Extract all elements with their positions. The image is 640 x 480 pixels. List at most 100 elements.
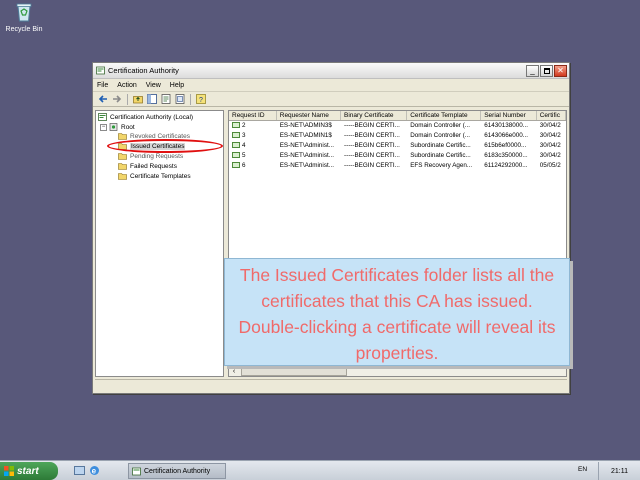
tree-label: Failed Requests [130,162,177,170]
tree-item-pending-requests[interactable]: Pending Requests [118,152,183,160]
properties-button[interactable] [174,94,185,105]
clock[interactable]: 21:11 [611,468,628,475]
start-label: start [17,465,39,477]
console-tree: Certification Authority (Local) − Root R… [95,110,224,377]
folder-icon [118,133,127,140]
column-header[interactable]: Certific [537,111,566,120]
folder-icon [118,163,127,170]
show-hide-tree-button[interactable] [146,94,157,105]
tree-item-certificate-templates[interactable]: Certificate Templates [118,172,191,180]
menu-help[interactable]: Help [170,82,184,89]
table-row[interactable]: 6 ES-NET\Administ... -----BEGIN CERTI...… [229,161,566,171]
cell-template: Subordinate Certific... [410,152,471,159]
cell-date: 05/05/2 [539,162,561,169]
scrollbar-thumb[interactable] [241,368,347,376]
highlight-ring [107,139,223,153]
scroll-left-icon[interactable]: ‹ [229,367,239,376]
cell-serial: 6143066e000... [484,132,528,139]
column-header[interactable]: Serial Number [481,111,537,120]
recycle-bin-label: Recycle Bin [5,26,43,33]
back-button[interactable] [97,94,108,105]
recycle-bin-icon [16,3,32,22]
show-desktop-icon[interactable] [74,465,85,476]
cell-date: 30/04/2 [539,132,561,139]
close-button[interactable]: ✕ [554,64,567,77]
cell-binary: -----BEGIN CERTI... [344,132,400,139]
cell-binary: -----BEGIN CERTI... [344,152,400,159]
window-title: Certification Authority [108,66,179,75]
up-folder-icon [132,96,143,104]
minimize-icon: _ [530,65,535,75]
internet-explorer-icon[interactable]: e [89,465,100,476]
certificate-icon [232,122,240,128]
cell-date: 30/04/2 [539,142,561,149]
menu-view[interactable]: View [146,82,161,89]
table-row[interactable]: 3 ES-NET\ADMIN1$ -----BEGIN CERTI... Dom… [229,131,566,141]
tree-item-ca-local[interactable]: Certification Authority (Local) [98,113,193,121]
horizontal-scrollbar[interactable]: ‹ [229,366,566,376]
forward-arrow-icon [112,95,121,103]
cell-date: 30/04/2 [539,152,561,159]
help-icon: ? [195,94,206,104]
column-header[interactable]: Binary Certificate [341,111,408,120]
properties-icon [175,94,184,104]
toolbar: ? [93,92,569,107]
column-header[interactable]: Certificate Template [407,111,482,120]
cell-template: Subordinate Certific... [410,142,471,149]
minimize-button[interactable]: _ [526,64,539,77]
toolbar-separator [127,93,128,105]
menu-action[interactable]: Action [117,82,136,89]
menu-bar: File Action View Help [93,79,569,92]
certificate-icon [232,142,240,148]
certification-authority-icon [96,66,105,75]
export-list-button[interactable] [160,94,171,105]
cell-requester: ES-NET\ADMIN3$ [279,122,332,129]
cell-serial: 615b6ef0000... [484,142,527,149]
certificate-icon [232,162,240,168]
list-header: Request ID Requester Name Binary Certifi… [229,111,566,121]
maximize-button[interactable] [540,64,553,77]
maximize-icon [543,67,550,74]
cell-date: 30/04/2 [539,122,561,129]
folder-icon [118,173,127,180]
ca-server-icon [109,123,118,131]
tree-item-root[interactable]: − Root [100,123,135,131]
language-indicator[interactable]: EN [578,466,587,473]
cell-request-id: 4 [229,141,277,151]
recycle-bin-desktop-icon[interactable]: Recycle Bin [4,2,44,33]
taskbar-item-certification-authority[interactable]: Certification Authority [128,463,226,479]
certificate-icon [232,132,240,138]
taskbar: start e Certification Authority EN 21:11 [0,460,640,480]
collapse-toggle[interactable]: − [100,123,107,131]
console-tree-icon [146,94,157,104]
table-row[interactable]: 2 ES-NET\ADMIN3$ -----BEGIN CERTI... Dom… [229,121,566,131]
tree-label: Root [121,123,135,131]
cell-serial: 61430138000... [484,122,528,129]
column-header[interactable]: Requester Name [277,111,342,120]
up-one-level-button[interactable] [132,94,143,105]
forward-button[interactable] [111,94,122,105]
help-button[interactable]: ? [195,94,206,105]
svg-text:e: e [92,466,97,475]
menu-file[interactable]: File [97,82,108,89]
start-button[interactable]: start [0,462,58,480]
cell-serial: 61124292000... [484,162,528,169]
svg-text:?: ? [199,97,203,104]
certification-authority-icon [132,467,141,475]
export-list-icon [161,94,170,104]
cell-request-id: 6 [229,161,277,171]
cell-template: EFS Recovery Agen... [410,162,473,169]
task-label: Certification Authority [144,467,211,475]
window-titlebar[interactable]: Certification Authority _ ✕ [93,63,569,79]
tutorial-caption: The Issued Certificates folder lists all… [224,258,570,366]
status-bar [95,379,567,390]
cell-request-id: 2 [229,121,277,131]
folder-icon [118,153,127,160]
table-row[interactable]: 5 ES-NET\Administ... -----BEGIN CERTI...… [229,151,566,161]
table-row[interactable]: 4 ES-NET\Administ... -----BEGIN CERTI...… [229,141,566,151]
tree-item-failed-requests[interactable]: Failed Requests [118,162,177,170]
cell-binary: -----BEGIN CERTI... [344,162,400,169]
cell-requester: ES-NET\Administ... [279,162,334,169]
column-header[interactable]: Request ID [229,111,277,120]
cell-request-id: 3 [229,131,277,141]
